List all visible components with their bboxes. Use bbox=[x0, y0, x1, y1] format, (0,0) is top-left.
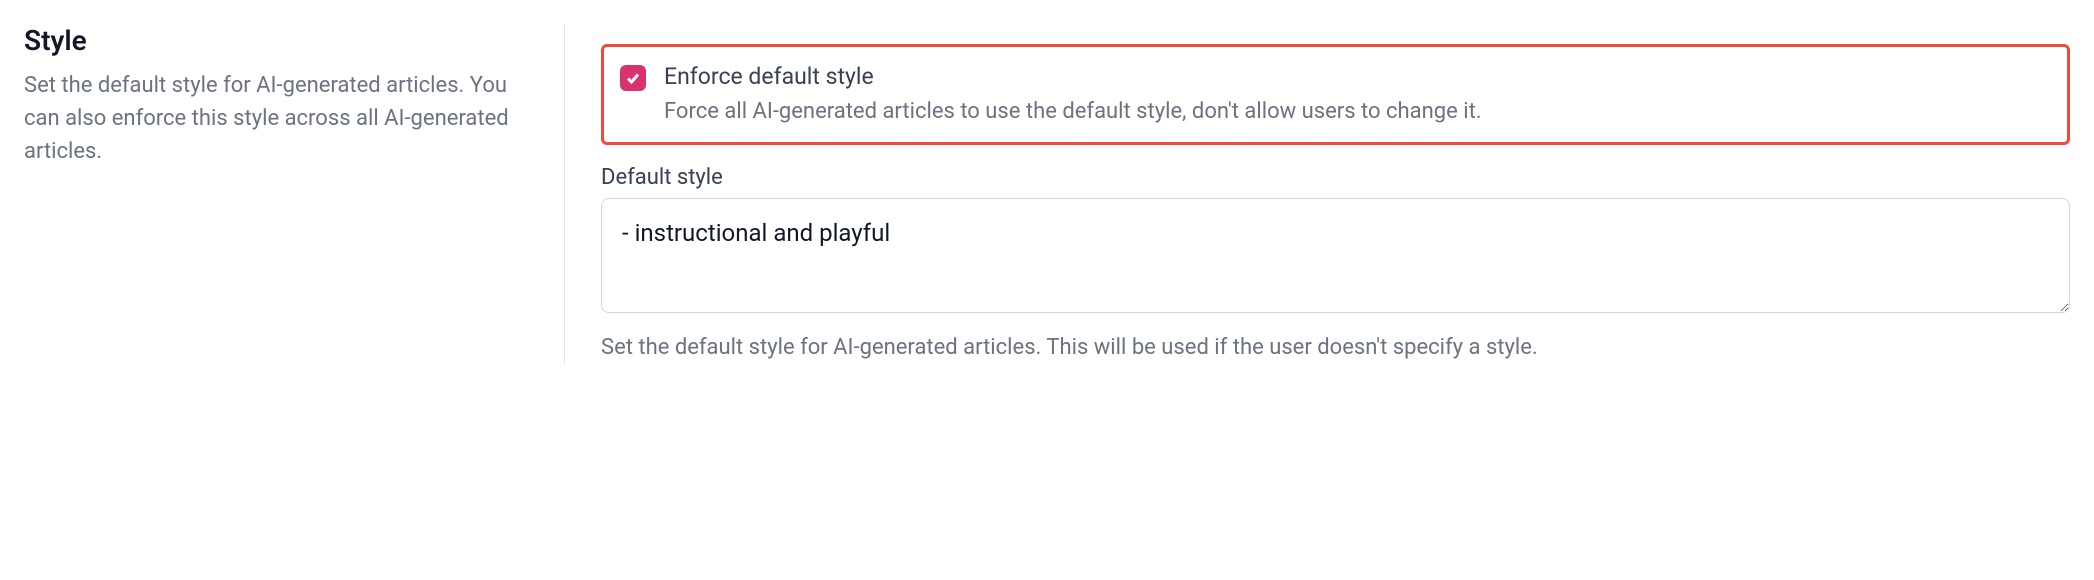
check-icon bbox=[625, 70, 641, 86]
enforce-style-label: Enforce default style bbox=[664, 61, 2051, 93]
section-header: Style Set the default style for AI-gener… bbox=[24, 24, 564, 364]
default-style-label: Default style bbox=[601, 165, 2070, 190]
enforce-style-row: Enforce default style Force all AI-gener… bbox=[601, 44, 2070, 145]
enforce-style-checkbox[interactable] bbox=[620, 65, 646, 91]
default-style-textarea[interactable] bbox=[601, 198, 2070, 313]
default-style-field: Default style Set the default style for … bbox=[601, 165, 2070, 364]
enforce-style-description: Force all AI-generated articles to use t… bbox=[664, 95, 2051, 128]
section-title: Style bbox=[24, 24, 540, 57]
settings-content: Enforce default style Force all AI-gener… bbox=[565, 24, 2070, 364]
section-description: Set the default style for AI-generated a… bbox=[24, 69, 540, 168]
default-style-help: Set the default style for AI-generated a… bbox=[601, 331, 2070, 364]
